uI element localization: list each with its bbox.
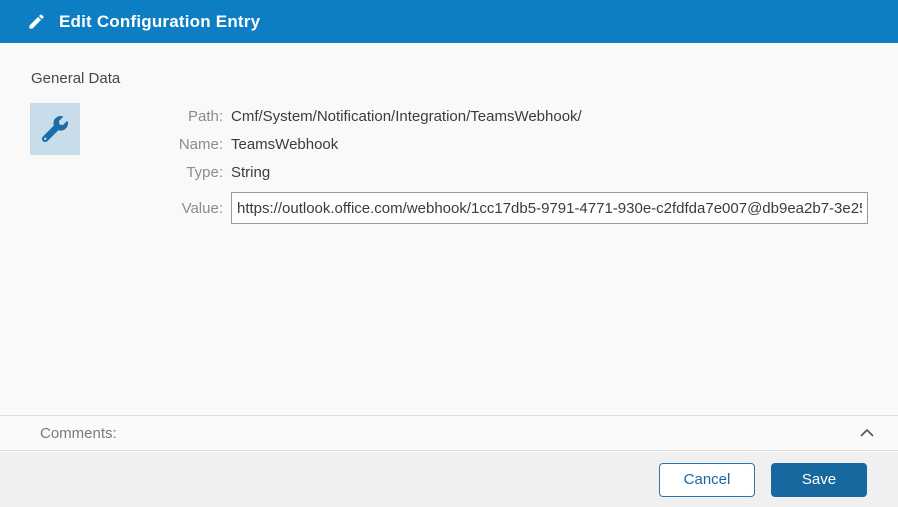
comments-bar[interactable]: Comments: — [0, 415, 898, 451]
dialog-title: Edit Configuration Entry — [59, 12, 260, 32]
path-value: Cmf/System/Notification/Integration/Team… — [231, 108, 582, 125]
cancel-button[interactable]: Cancel — [659, 463, 755, 497]
comments-label: Comments: — [40, 425, 117, 442]
value-input[interactable] — [231, 192, 868, 224]
save-button[interactable]: Save — [771, 463, 867, 497]
type-row: Type: String — [0, 162, 868, 182]
pencil-icon — [27, 12, 46, 31]
value-label: Value: — [0, 200, 223, 217]
name-value: TeamsWebhook — [231, 136, 338, 153]
name-label: Name: — [0, 136, 223, 153]
dialog-footer: Cancel Save — [0, 452, 898, 507]
chevron-up-icon[interactable] — [859, 425, 875, 441]
type-value: String — [231, 164, 270, 181]
value-row: Value: — [0, 192, 868, 224]
path-label: Path: — [0, 108, 223, 125]
type-label: Type: — [0, 164, 223, 181]
path-row: Path: Cmf/System/Notification/Integratio… — [0, 106, 868, 126]
section-title: General Data — [31, 70, 120, 87]
dialog-header: Edit Configuration Entry — [0, 0, 898, 43]
name-row: Name: TeamsWebhook — [0, 134, 868, 154]
general-data-form: Path: Cmf/System/Notification/Integratio… — [0, 106, 868, 232]
